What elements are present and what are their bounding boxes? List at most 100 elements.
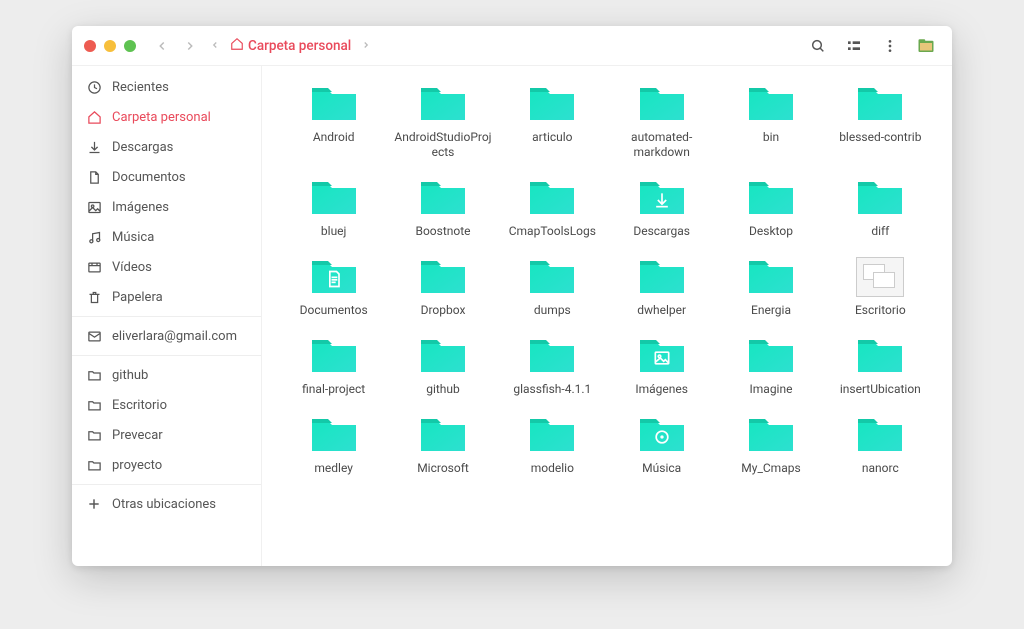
folder-icon	[310, 84, 358, 124]
back-button[interactable]	[152, 36, 172, 56]
sidebar-item-recientes[interactable]: Recientes	[72, 72, 261, 102]
folder-item[interactable]: AndroidStudioProjects	[393, 84, 492, 160]
home-icon	[86, 109, 102, 125]
folder-item[interactable]: nanorc	[831, 415, 930, 476]
sidebar-item-imágenes[interactable]: Imágenes	[72, 192, 261, 222]
image-overlay-icon	[652, 348, 672, 368]
folder-item[interactable]: Imágenes	[612, 336, 711, 397]
folder-label: Energia	[751, 303, 791, 318]
sidebar-bookmark-escritorio[interactable]: Escritorio	[72, 390, 261, 420]
folder-item[interactable]: Escritorio	[831, 257, 930, 318]
folder-label: diff	[871, 224, 889, 239]
folder-item[interactable]: diff	[831, 178, 930, 239]
folder-label: Microsoft	[417, 461, 469, 476]
folder-label: CmapToolsLogs	[509, 224, 596, 239]
folder-item[interactable]: medley	[284, 415, 383, 476]
sidebar-bookmark-proyecto[interactable]: proyecto	[72, 450, 261, 480]
sidebar-item-label: Imágenes	[112, 200, 169, 215]
folder-icon	[747, 336, 795, 376]
sidebar-bookmark-label: github	[112, 368, 148, 383]
folder-label: bin	[763, 130, 779, 145]
sidebar-item-música[interactable]: Música	[72, 222, 261, 252]
folder-item[interactable]: glassfish-4.1.1	[503, 336, 602, 397]
desktop-folder-icon	[856, 257, 904, 297]
folder-item[interactable]: Boostnote	[393, 178, 492, 239]
folder-icon	[856, 178, 904, 218]
sidebar-other-locations[interactable]: Otras ubicaciones	[72, 489, 261, 519]
folder-label: blessed-contrib	[839, 130, 921, 145]
folder-icon	[86, 397, 102, 413]
sidebar-bookmark-github[interactable]: github	[72, 360, 261, 390]
folder-item[interactable]: bluej	[284, 178, 383, 239]
folder-item[interactable]: CmapToolsLogs	[503, 178, 602, 239]
folder-label: articulo	[532, 130, 572, 145]
folder-icon	[528, 84, 576, 124]
folder-icon	[528, 178, 576, 218]
sidebar-separator	[72, 316, 261, 317]
folder-label: modelio	[531, 461, 574, 476]
folder-label: automated-markdown	[612, 130, 711, 160]
minimize-window-button[interactable]	[104, 40, 116, 52]
folder-item[interactable]: insertUbication	[831, 336, 930, 397]
folder-grid: Android AndroidStudioProjects articulo a…	[284, 84, 930, 476]
folder-item[interactable]: Descargas	[612, 178, 711, 239]
sidebar-item-label: Recientes	[112, 80, 169, 95]
folder-icon	[856, 336, 904, 376]
search-button[interactable]	[804, 32, 832, 60]
video-icon	[86, 259, 102, 275]
sidebar-item-papelera[interactable]: Papelera	[72, 282, 261, 312]
folder-item[interactable]: bin	[721, 84, 820, 160]
folder-icon	[419, 257, 467, 297]
folder-label: final-project	[302, 382, 365, 397]
sidebar-item-vídeos[interactable]: Vídeos	[72, 252, 261, 282]
folder-icon	[638, 336, 686, 376]
sidebar-separator	[72, 484, 261, 485]
folder-item[interactable]: blessed-contrib	[831, 84, 930, 160]
folder-item[interactable]: My_Cmaps	[721, 415, 820, 476]
folder-icon	[528, 257, 576, 297]
sidebar-other-label: Otras ubicaciones	[112, 497, 216, 512]
close-window-button[interactable]	[84, 40, 96, 52]
folder-item[interactable]: Música	[612, 415, 711, 476]
mail-icon	[86, 328, 102, 344]
folder-item[interactable]: final-project	[284, 336, 383, 397]
folder-item[interactable]: Android	[284, 84, 383, 160]
folder-item[interactable]: github	[393, 336, 492, 397]
folder-icon	[310, 415, 358, 455]
folder-label: Documentos	[300, 303, 368, 318]
folder-icon	[86, 367, 102, 383]
folder-icon	[638, 415, 686, 455]
folder-item[interactable]: Documentos	[284, 257, 383, 318]
folder-item[interactable]: Microsoft	[393, 415, 492, 476]
folder-label: insertUbication	[840, 382, 921, 397]
menu-button[interactable]	[876, 32, 904, 60]
trash-icon	[86, 289, 102, 305]
folder-item[interactable]: Desktop	[721, 178, 820, 239]
view-mode-button[interactable]	[840, 32, 868, 60]
folder-view[interactable]: Android AndroidStudioProjects articulo a…	[262, 66, 952, 566]
sidebar-bookmark-prevecar[interactable]: Prevecar	[72, 420, 261, 450]
folder-icon	[86, 457, 102, 473]
music-icon	[86, 229, 102, 245]
breadcrumb[interactable]: Carpeta personal	[230, 37, 351, 55]
folder-label: github	[426, 382, 460, 397]
sidebar-item-descargas[interactable]: Descargas	[72, 132, 261, 162]
maximize-window-button[interactable]	[124, 40, 136, 52]
folder-item[interactable]: Energia	[721, 257, 820, 318]
folder-item[interactable]: Imagine	[721, 336, 820, 397]
files-app-icon[interactable]	[912, 32, 940, 60]
folder-item[interactable]: dwhelper	[612, 257, 711, 318]
forward-button[interactable]	[180, 36, 200, 56]
sidebar-item-label: Documentos	[112, 170, 186, 185]
sidebar-item-documentos[interactable]: Documentos	[72, 162, 261, 192]
folder-item[interactable]: Dropbox	[393, 257, 492, 318]
folder-item[interactable]: articulo	[503, 84, 602, 160]
folder-item[interactable]: dumps	[503, 257, 602, 318]
folder-item[interactable]: automated-markdown	[612, 84, 711, 160]
sidebar-item-label: Carpeta personal	[112, 110, 211, 125]
folder-item[interactable]: modelio	[503, 415, 602, 476]
sidebar-item-carpeta-personal[interactable]: Carpeta personal	[72, 102, 261, 132]
sidebar-bookmark-label: Prevecar	[112, 428, 163, 443]
folder-icon	[638, 84, 686, 124]
sidebar-account[interactable]: eliverlara@gmail.com	[72, 321, 261, 351]
